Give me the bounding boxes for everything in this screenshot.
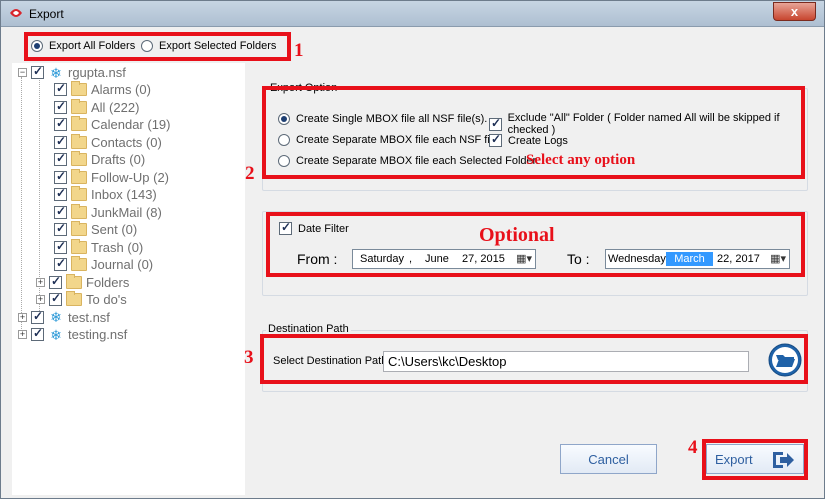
tree-checkbox[interactable] bbox=[54, 81, 67, 96]
tree-node-label: All (222) bbox=[91, 99, 140, 115]
nsf-database-icon: ❄ bbox=[50, 64, 62, 81]
folder-tree: − ❄ rgupta.nsf Alarms (0) All (222) Cale… bbox=[12, 63, 245, 495]
folder-icon bbox=[71, 186, 87, 201]
folder-icon bbox=[71, 98, 87, 114]
annotation-number-2: 2 bbox=[245, 163, 255, 184]
annotation-box-3 bbox=[260, 334, 808, 384]
tree-folder[interactable]: Calendar (19) bbox=[54, 116, 171, 133]
folder-icon bbox=[71, 116, 87, 131]
tree-checkbox[interactable] bbox=[54, 256, 67, 271]
expand-icon[interactable]: + bbox=[36, 277, 45, 287]
tree-checkbox[interactable] bbox=[54, 239, 67, 254]
tree-checkbox[interactable] bbox=[54, 151, 67, 166]
annotation-box-4 bbox=[702, 439, 808, 480]
tree-checkbox[interactable] bbox=[54, 134, 67, 149]
tree-root-node[interactable]: − ❄ rgupta.nsf bbox=[18, 64, 126, 81]
tree-folder[interactable]: Journal (0) bbox=[54, 256, 153, 273]
annotation-number-4: 4 bbox=[688, 437, 698, 458]
folder-icon bbox=[71, 238, 87, 254]
tree-checkbox[interactable] bbox=[54, 99, 67, 114]
tree-node-label: testing.nsf bbox=[68, 327, 128, 342]
folder-icon bbox=[71, 168, 87, 184]
tree-checkbox[interactable] bbox=[49, 291, 62, 306]
tree-checkbox[interactable] bbox=[54, 169, 67, 184]
tree-node-label: Sent (0) bbox=[91, 222, 138, 237]
tree-folder[interactable]: + Folders bbox=[36, 273, 130, 291]
cancel-button[interactable]: Cancel bbox=[560, 444, 657, 474]
tree-checkbox[interactable] bbox=[31, 309, 44, 324]
tree-checkbox[interactable] bbox=[49, 274, 62, 289]
optional-note: Optional bbox=[479, 224, 555, 246]
tree-folder[interactable]: Drafts (0) bbox=[54, 151, 145, 168]
export-window: Export x Export All Folders Export Selec… bbox=[0, 0, 825, 499]
collapse-icon[interactable]: − bbox=[18, 68, 27, 77]
window-title: Export bbox=[29, 7, 64, 21]
tree-db-node[interactable]: + ❄ test.nsf bbox=[18, 309, 110, 326]
tree-folder[interactable]: Trash (0) bbox=[54, 238, 144, 256]
lotus-icon bbox=[10, 9, 22, 17]
folder-icon bbox=[71, 81, 87, 96]
folder-icon bbox=[66, 291, 82, 306]
expand-icon[interactable]: + bbox=[36, 295, 45, 304]
tree-node-label: Contacts (0) bbox=[91, 134, 162, 150]
nsf-database-icon: ❄ bbox=[50, 326, 62, 343]
tree-db-node[interactable]: + ❄ testing.nsf bbox=[18, 326, 127, 343]
tree-folder[interactable]: Inbox (143) bbox=[54, 186, 157, 203]
tree-node-label: Drafts (0) bbox=[91, 152, 146, 167]
tree-folder[interactable]: All (222) bbox=[54, 98, 140, 116]
folder-icon bbox=[71, 151, 87, 166]
annotation-number-1: 1 bbox=[294, 40, 304, 61]
folder-icon bbox=[71, 256, 87, 271]
tree-checkbox[interactable] bbox=[54, 116, 67, 131]
tree-node-label: To do's bbox=[86, 292, 127, 307]
tree-node-label: Folders bbox=[86, 274, 130, 290]
tree-node-label: test.nsf bbox=[68, 309, 110, 325]
tree-node-label: Alarms (0) bbox=[91, 82, 151, 97]
folder-icon bbox=[71, 221, 87, 236]
tree-folder[interactable]: Alarms (0) bbox=[54, 81, 151, 98]
tree-node-label: Journal (0) bbox=[91, 257, 154, 272]
expand-icon[interactable]: + bbox=[18, 330, 27, 339]
tree-checkbox[interactable] bbox=[54, 186, 67, 201]
folder-icon bbox=[71, 133, 87, 149]
tree-checkbox[interactable] bbox=[31, 64, 44, 79]
tree-node-label: JunkMail (8) bbox=[91, 204, 162, 220]
tree-folder[interactable]: JunkMail (8) bbox=[54, 203, 162, 221]
title-bar: Export x bbox=[1, 1, 824, 27]
tree-folder[interactable]: Follow-Up (2) bbox=[54, 168, 170, 186]
tree-checkbox[interactable] bbox=[54, 204, 67, 219]
close-button[interactable]: x bbox=[773, 2, 816, 21]
tree-folder[interactable]: + To do's bbox=[36, 291, 127, 308]
tree-folder[interactable]: Contacts (0) bbox=[54, 133, 162, 151]
select-any-note: Select any option bbox=[526, 152, 636, 168]
annotation-number-3: 3 bbox=[244, 347, 254, 368]
expand-icon[interactable]: + bbox=[18, 312, 27, 322]
annotation-box-1 bbox=[24, 32, 291, 61]
folder-icon bbox=[66, 273, 82, 289]
tree-node-label: Inbox (143) bbox=[91, 187, 157, 202]
tree-node-label: rgupta.nsf bbox=[68, 65, 126, 80]
tree-node-label: Calendar (19) bbox=[91, 117, 171, 132]
tree-folder[interactable]: Sent (0) bbox=[54, 221, 137, 238]
tree-checkbox[interactable] bbox=[31, 326, 44, 341]
folder-icon bbox=[71, 203, 87, 219]
tree-node-label: Follow-Up (2) bbox=[91, 169, 170, 185]
tree-node-label: Trash (0) bbox=[91, 239, 144, 255]
nsf-database-icon: ❄ bbox=[50, 309, 62, 325]
tree-checkbox[interactable] bbox=[54, 221, 67, 236]
